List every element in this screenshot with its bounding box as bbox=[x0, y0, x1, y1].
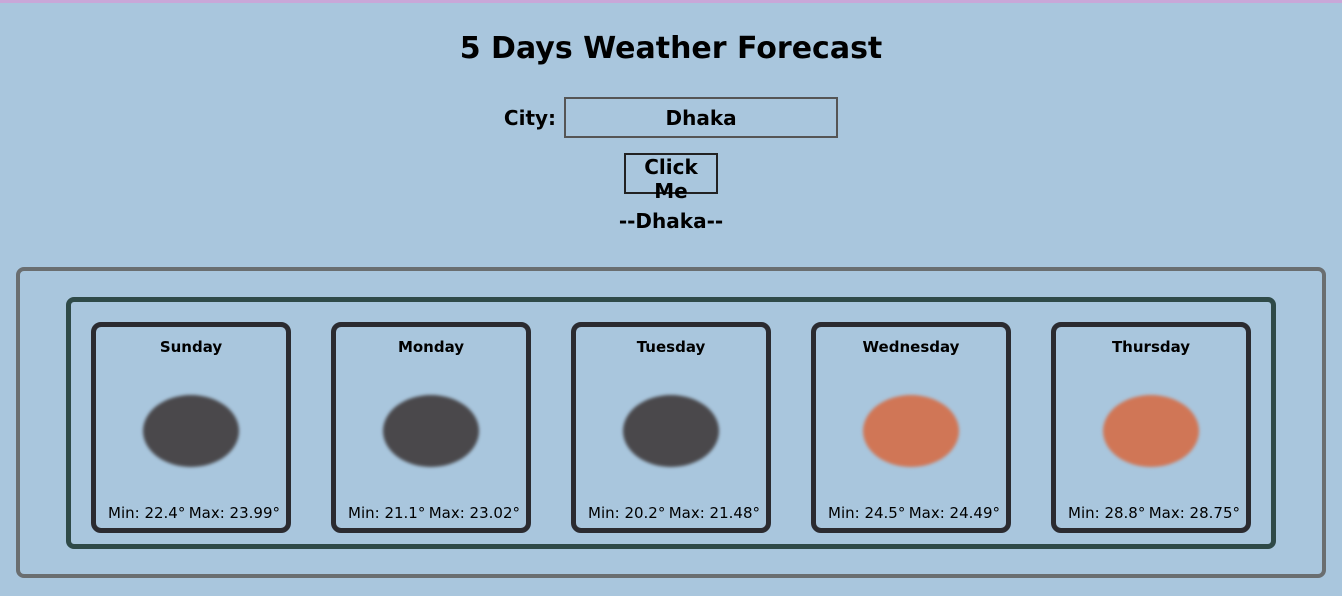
max-temp: Max: 24.49° bbox=[908, 504, 1000, 522]
city-label: City: bbox=[503, 105, 557, 130]
min-temp: Min: 28.8° bbox=[1068, 504, 1146, 522]
day-name: Monday bbox=[397, 338, 465, 356]
city-input[interactable] bbox=[564, 97, 839, 138]
day-card-tuesday: Tuesday Min: 20.2° Max: 21.48° bbox=[571, 322, 771, 533]
max-temp: Max: 21.48° bbox=[668, 504, 760, 522]
min-temp: Min: 24.5° bbox=[828, 504, 906, 522]
temperature-row: Min: 22.4° Max: 23.99° bbox=[108, 504, 280, 522]
day-name: Sunday bbox=[159, 338, 223, 356]
weather-overcast-icon bbox=[383, 395, 479, 467]
max-temp: Max: 23.99° bbox=[188, 504, 280, 522]
weather-clear-icon bbox=[863, 395, 959, 467]
day-card-sunday: Sunday Min: 22.4° Max: 23.99° bbox=[91, 322, 291, 533]
max-temp: Max: 23.02° bbox=[428, 504, 520, 522]
weather-overcast-icon bbox=[143, 395, 239, 467]
day-card-monday: Monday Min: 21.1° Max: 23.02° bbox=[331, 322, 531, 533]
max-temp: Max: 28.75° bbox=[1148, 504, 1240, 522]
day-name: Wednesday bbox=[862, 338, 960, 356]
day-card-thursday: Thursday Min: 28.8° Max: 28.75° bbox=[1051, 322, 1251, 533]
day-name: Thursday bbox=[1111, 338, 1191, 356]
city-heading: --Dhaka-- bbox=[618, 209, 724, 233]
min-temp: Min: 22.4° bbox=[108, 504, 186, 522]
click-me-button[interactable]: Click Me bbox=[624, 153, 718, 203]
city-search-row: City: bbox=[0, 97, 1342, 138]
weather-overcast-icon bbox=[623, 395, 719, 467]
page-title: 5 Days Weather Forecast bbox=[459, 31, 883, 66]
temperature-row: Min: 21.1° Max: 23.02° bbox=[348, 504, 520, 522]
temperature-row: Min: 28.8° Max: 28.75° bbox=[1068, 504, 1240, 522]
day-name: Tuesday bbox=[636, 338, 706, 356]
temperature-row: Min: 24.5° Max: 24.49° bbox=[828, 504, 1000, 522]
temperature-row: Min: 20.2° Max: 21.48° bbox=[588, 504, 760, 522]
weather-clear-icon bbox=[1103, 395, 1199, 467]
min-temp: Min: 21.1° bbox=[348, 504, 426, 522]
min-temp: Min: 20.2° bbox=[588, 504, 666, 522]
day-card-wednesday: Wednesday Min: 24.5° Max: 24.49° bbox=[811, 322, 1011, 533]
